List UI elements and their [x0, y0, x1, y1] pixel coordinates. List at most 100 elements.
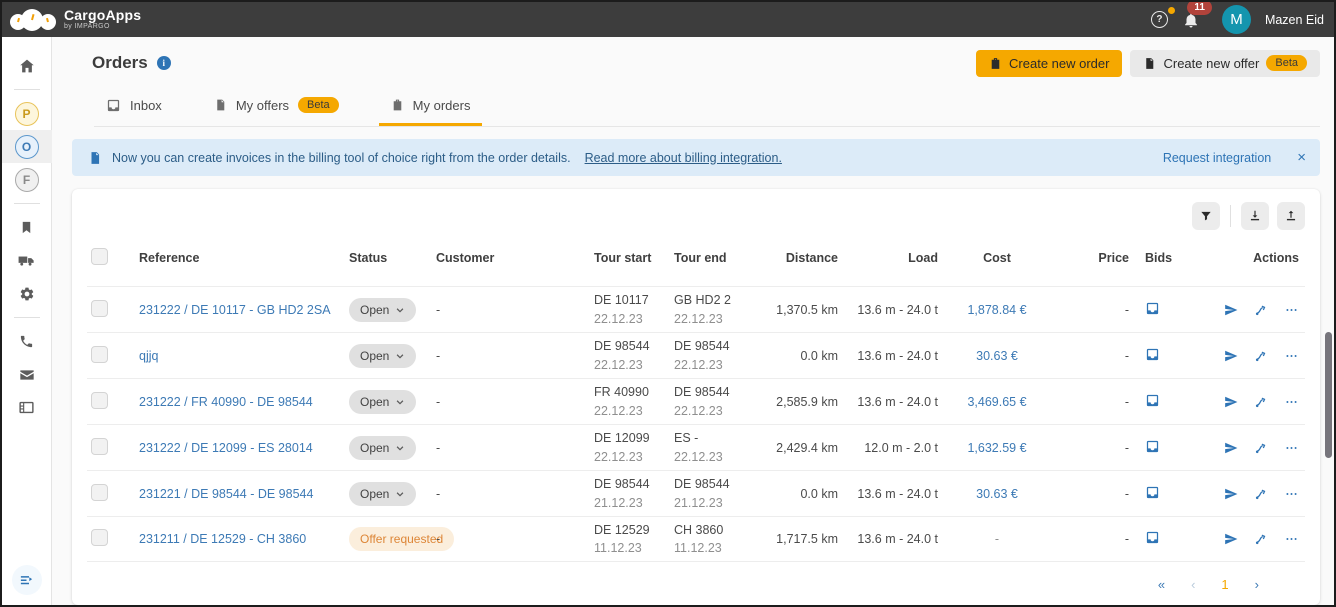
order-reference-link[interactable]: 231222 / FR 40990 - DE 98544 — [139, 395, 313, 409]
banner-read-more-link[interactable]: Read more about billing integration. — [585, 151, 782, 165]
column-header-distance[interactable]: Distance — [766, 251, 842, 265]
share-route-button[interactable] — [1254, 349, 1268, 363]
column-header-bids[interactable]: Bids — [1137, 251, 1187, 265]
status-pill[interactable]: Open — [349, 435, 417, 460]
sidebar-item-orders[interactable]: O — [2, 130, 52, 163]
cost-link[interactable]: 1,878.84 € — [967, 303, 1026, 317]
sidebar-item-mail[interactable] — [2, 358, 52, 391]
vertical-scrollbar-thumb[interactable] — [1325, 332, 1332, 458]
column-header-price[interactable]: Price — [1052, 251, 1137, 265]
order-reference-link[interactable]: 231211 / DE 12529 - CH 3860 — [139, 532, 306, 546]
sidebar-item-phone[interactable] — [2, 325, 52, 358]
send-button[interactable] — [1224, 532, 1238, 546]
column-header-load[interactable]: Load — [842, 251, 942, 265]
table-row[interactable]: 231222 / FR 40990 - DE 98544 Open - FR 4… — [87, 378, 1305, 424]
table-body: 231222 / DE 10117 - GB HD2 2SA Open - DE… — [87, 286, 1305, 562]
bids-button[interactable] — [1145, 393, 1160, 408]
app-logo[interactable]: CargoApps by IMPARGO — [10, 5, 141, 35]
send-button[interactable] — [1224, 441, 1238, 455]
status-pill[interactable]: Open — [349, 481, 417, 506]
column-header-tour-start[interactable]: Tour start — [590, 251, 670, 265]
tab-my-offers[interactable]: My offers Beta — [202, 91, 351, 126]
select-all-checkbox[interactable] — [91, 248, 108, 265]
create-new-order-button[interactable]: Create new order — [976, 49, 1123, 77]
row-checkbox[interactable] — [91, 391, 108, 409]
pagination-next-button[interactable]: › — [1255, 577, 1259, 592]
request-integration-link[interactable]: Request integration — [1163, 151, 1271, 165]
more-actions-button[interactable] — [1284, 303, 1299, 317]
bids-button[interactable] — [1145, 439, 1160, 454]
column-header-customer[interactable]: Customer — [432, 251, 590, 265]
avatar[interactable]: M — [1221, 5, 1251, 34]
column-header-status[interactable]: Status — [345, 251, 432, 265]
share-route-button[interactable] — [1254, 532, 1268, 546]
pagination-current-page[interactable]: 1 — [1221, 577, 1228, 592]
sidebar-item-home[interactable] — [2, 49, 52, 82]
sidebar-item-vehicles[interactable] — [2, 244, 52, 277]
send-button[interactable] — [1224, 487, 1238, 501]
sidebar-item-media[interactable] — [2, 391, 52, 424]
send-button[interactable] — [1224, 395, 1238, 409]
column-header-cost[interactable]: Cost — [942, 251, 1052, 265]
cost-link[interactable]: 30.63 € — [976, 487, 1018, 501]
row-checkbox[interactable] — [91, 437, 108, 455]
order-reference-link[interactable]: 231221 / DE 98544 - DE 98544 — [139, 487, 313, 501]
help-button[interactable]: ? — [1150, 7, 1175, 28]
table-row[interactable]: 231222 / DE 12099 - ES 28014 Open - DE 1… — [87, 424, 1305, 470]
more-actions-button[interactable] — [1284, 349, 1299, 363]
table-row[interactable]: qjjq Open - DE 98544 22.12.23 DE 98544 2… — [87, 332, 1305, 378]
pagination-prev-button[interactable]: ‹ — [1191, 577, 1195, 592]
tour-end-date: 22.12.23 — [674, 357, 723, 372]
row-checkbox[interactable] — [91, 345, 108, 363]
sidebar-item-planning[interactable]: P — [2, 97, 52, 130]
sidebar-collapse-button[interactable] — [11, 565, 42, 595]
order-reference-link[interactable]: 231222 / DE 12099 - ES 28014 — [139, 441, 313, 455]
download-button[interactable] — [1241, 202, 1269, 230]
user-name[interactable]: Mazen Eid — [1265, 13, 1324, 27]
upload-button[interactable] — [1277, 202, 1305, 230]
status-pill[interactable]: Open — [349, 389, 417, 414]
column-header-actions[interactable]: Actions — [1187, 251, 1305, 265]
close-icon[interactable]: × — [1297, 150, 1306, 165]
sidebar-item-fleet[interactable]: F — [2, 163, 52, 196]
status-pill[interactable]: Open — [349, 343, 417, 368]
order-reference-link[interactable]: qjjq — [139, 349, 158, 363]
share-route-button[interactable] — [1254, 441, 1268, 455]
sidebar-item-settings[interactable] — [2, 277, 52, 310]
bids-button[interactable] — [1145, 347, 1160, 362]
status-pill[interactable]: Open — [349, 297, 417, 322]
cost-link[interactable]: 3,469.65 € — [967, 395, 1026, 409]
create-new-offer-button[interactable]: Create new offer Beta — [1130, 49, 1320, 77]
column-header-tour-end[interactable]: Tour end — [670, 251, 766, 265]
table-row[interactable]: 231221 / DE 98544 - DE 98544 Open - DE 9… — [87, 470, 1305, 516]
cost-link[interactable]: 30.63 € — [976, 349, 1018, 363]
share-route-button[interactable] — [1254, 303, 1268, 317]
sidebar-item-bookmarks[interactable] — [2, 211, 52, 244]
order-reference-link[interactable]: 231222 / DE 10117 - GB HD2 2SA — [139, 303, 331, 317]
send-button[interactable] — [1224, 349, 1238, 363]
table-row[interactable]: 231222 / DE 10117 - GB HD2 2SA Open - DE… — [87, 286, 1305, 332]
share-route-button[interactable] — [1254, 487, 1268, 501]
column-header-reference[interactable]: Reference — [135, 251, 345, 265]
pagination-first-button[interactable]: « — [1158, 577, 1165, 592]
row-checkbox[interactable] — [91, 529, 108, 546]
more-actions-button[interactable] — [1284, 487, 1299, 501]
tab-my-orders[interactable]: My orders — [378, 91, 483, 126]
bids-button[interactable] — [1145, 485, 1160, 500]
more-actions-button[interactable] — [1284, 395, 1299, 409]
more-actions-button[interactable] — [1284, 532, 1299, 546]
table-row[interactable]: 231211 / DE 12529 - CH 3860 Offer reques… — [87, 516, 1305, 562]
cost-link[interactable]: 1,632.59 € — [967, 441, 1026, 455]
filter-button[interactable] — [1192, 202, 1220, 230]
notifications-button[interactable]: 11 — [1182, 2, 1212, 29]
info-icon[interactable]: i — [156, 56, 171, 70]
row-checkbox[interactable] — [91, 483, 108, 501]
cost-link[interactable]: - — [995, 532, 999, 546]
row-checkbox[interactable] — [91, 299, 108, 317]
share-route-button[interactable] — [1254, 395, 1268, 409]
more-actions-button[interactable] — [1284, 441, 1299, 455]
bids-button[interactable] — [1145, 301, 1160, 316]
send-button[interactable] — [1224, 303, 1238, 317]
tab-inbox[interactable]: Inbox — [94, 91, 174, 126]
bids-button[interactable] — [1145, 530, 1160, 545]
